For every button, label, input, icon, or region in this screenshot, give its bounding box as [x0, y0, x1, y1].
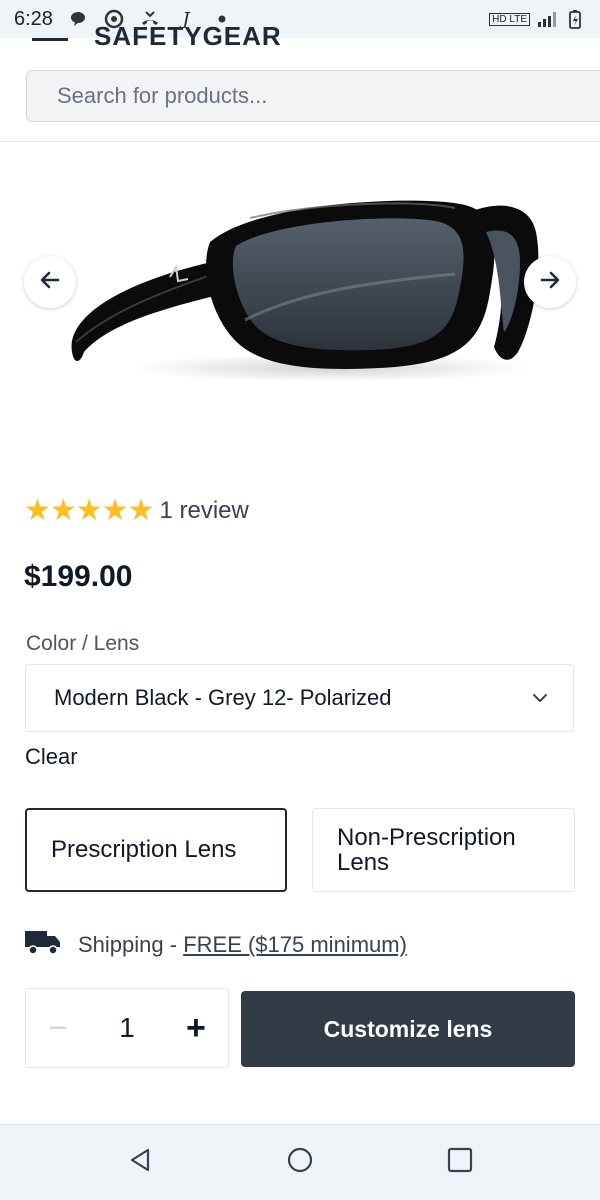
- back-nav-icon[interactable]: [126, 1146, 154, 1179]
- color-lens-value: Modern Black - Grey 12- Polarized: [54, 685, 392, 710]
- review-count-link[interactable]: 1 review: [159, 497, 248, 525]
- android-nav-bar: [0, 1124, 600, 1200]
- shipping-info: Shipping - FREE ($175 minimum): [24, 928, 407, 962]
- home-nav-icon[interactable]: [286, 1146, 314, 1179]
- truck-icon: [24, 928, 62, 962]
- chevron-down-icon: [531, 687, 549, 713]
- gallery-prev-button[interactable]: [24, 256, 76, 308]
- search-input[interactable]: Search for products...: [26, 70, 600, 122]
- product-rating: ★★★★★ 1 review: [24, 496, 249, 526]
- site-header: SAFETYGEAR Search for products...: [0, 26, 600, 142]
- product-image: [71, 200, 539, 382]
- non-prescription-lens-option[interactable]: Non-Prescription Lens: [312, 808, 575, 892]
- signal-icon: [536, 8, 558, 30]
- status-time: 6:28: [14, 7, 53, 30]
- prescription-lens-option[interactable]: Prescription Lens: [25, 808, 287, 892]
- product-gallery: [0, 142, 600, 472]
- color-lens-select[interactable]: Modern Black - Grey 12- Polarized: [25, 664, 574, 732]
- color-lens-label: Color / Lens: [26, 632, 140, 655]
- quantity-decrease-button[interactable]: −: [42, 1011, 74, 1045]
- clear-link[interactable]: Clear: [25, 744, 78, 770]
- customize-lens-button[interactable]: Customize lens: [241, 991, 575, 1067]
- rating-stars-icon: ★★★★★: [24, 494, 154, 527]
- quantity-value[interactable]: 1: [119, 1012, 135, 1044]
- site-logo[interactable]: SAFETYGEAR: [94, 26, 282, 46]
- menu-icon[interactable]: [32, 38, 68, 41]
- arrow-left-icon: [39, 269, 61, 296]
- network-label: HD LTE: [489, 12, 530, 26]
- status-bar: 6:28 J HD LTE: [0, 0, 600, 38]
- quantity-stepper: − 1 +: [25, 988, 229, 1068]
- shipping-label: Shipping -: [78, 932, 184, 957]
- gallery-next-button[interactable]: [524, 256, 576, 308]
- quantity-increase-button[interactable]: +: [180, 1011, 212, 1045]
- battery-icon: [564, 8, 586, 30]
- arrow-right-icon: [539, 269, 561, 296]
- recents-nav-icon[interactable]: [446, 1146, 474, 1179]
- free-shipping-link[interactable]: FREE ($175 minimum): [183, 932, 407, 957]
- chat-bubble-icon: [67, 8, 89, 30]
- product-price: $199.00: [24, 560, 133, 593]
